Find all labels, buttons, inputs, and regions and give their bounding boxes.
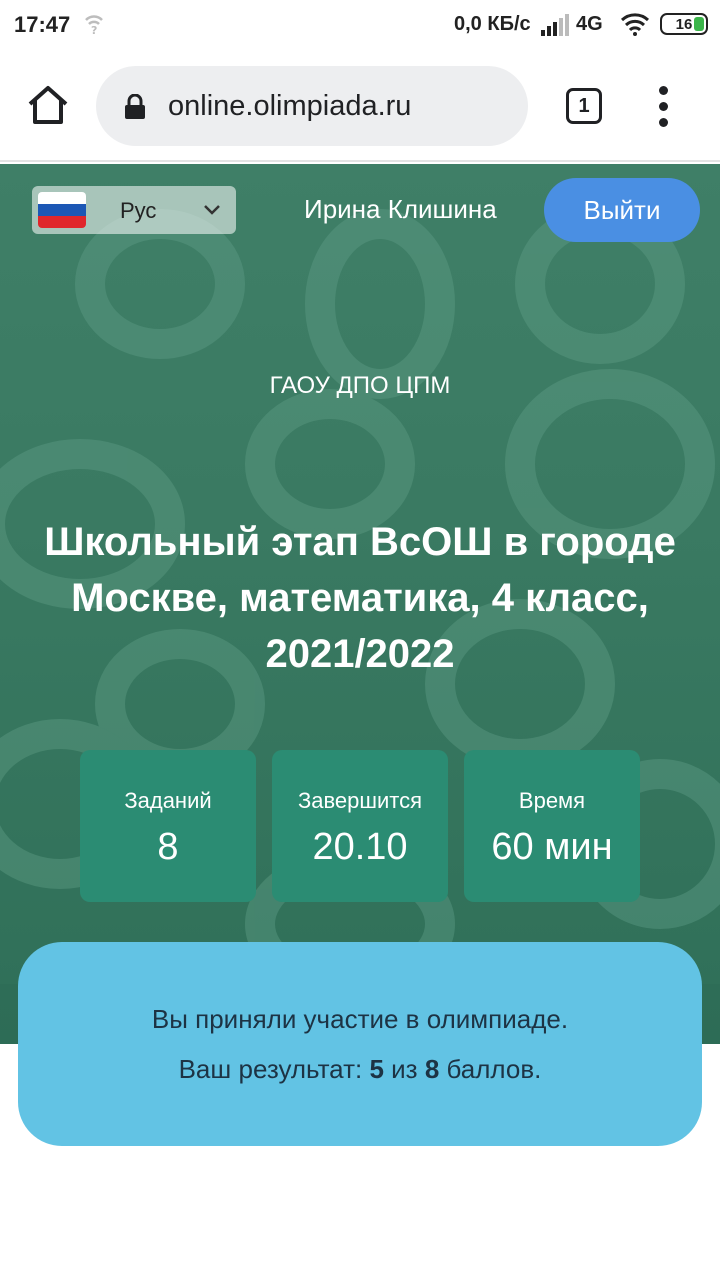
result-text: Ваш результат: 5 из 8 баллов. [18, 1054, 702, 1085]
result-card: Вы приняли участие в олимпиаде. Ваш резу… [18, 942, 702, 1146]
language-select[interactable]: Рус [32, 186, 236, 234]
network-type: 4G [576, 13, 603, 35]
stat-value: 60 мин [491, 826, 613, 868]
address-bar[interactable]: online.olimpiada.ru [96, 66, 528, 146]
event-title: Школьный этап ВсОШ в городе Москве, мате… [44, 520, 676, 676]
stat-label: Время [518, 788, 586, 813]
url-text: online.olimpiada.ru [168, 90, 412, 122]
stat-label: Заданий [124, 788, 212, 813]
status-bar: 17:47 ? 0,0 КБ/с 4G 16 [0, 0, 720, 52]
signal-icon [541, 14, 569, 41]
lock-icon [124, 93, 146, 125]
stat-label: Завершится [297, 788, 423, 813]
logout-button[interactable]: Выйти [544, 178, 700, 242]
result-suffix: баллов. [439, 1054, 542, 1084]
tab-count: 1 [578, 95, 590, 117]
wifi-icon [620, 12, 650, 41]
svg-text:?: ? [91, 24, 97, 36]
stat-value: 8 [157, 826, 179, 868]
result-score: 5 [369, 1054, 384, 1084]
russian-flag-icon [38, 192, 86, 228]
battery-percent: 16 [675, 16, 693, 33]
chevron-down-icon [202, 200, 222, 225]
result-prefix: Ваш результат: [178, 1054, 370, 1084]
user-name[interactable]: Ирина Клишина [304, 194, 497, 225]
result-max: 8 [424, 1054, 440, 1084]
hero-section: Рус Ирина Клишина Выйти ГАОУ ДПО ЦПМ Шко… [0, 164, 720, 1044]
home-button[interactable] [24, 82, 72, 130]
network-speed: 0,0 КБ/с [454, 13, 531, 35]
organization-name: ГАОУ ДПО ЦПМ [269, 372, 451, 399]
stat-tasks: Заданий 8 [80, 750, 256, 902]
stat-value: 20.10 [312, 826, 408, 868]
result-of: из [383, 1054, 425, 1084]
tabs-button[interactable]: 1 [566, 88, 602, 124]
stat-ends: Завершится 20.10 [272, 750, 448, 902]
home-icon [28, 86, 68, 124]
status-time: 17:47 [14, 12, 71, 37]
participation-text: Вы приняли участие в олимпиаде. [151, 1004, 569, 1034]
stat-time: Время 60 мин [464, 750, 640, 902]
battery-icon: 16 [660, 13, 708, 35]
browser-toolbar: online.olimpiada.ru 1 [0, 52, 720, 162]
language-label: Рус [120, 198, 157, 223]
hotspot-icon: ? [82, 12, 106, 41]
more-vert-icon[interactable] [652, 86, 676, 128]
